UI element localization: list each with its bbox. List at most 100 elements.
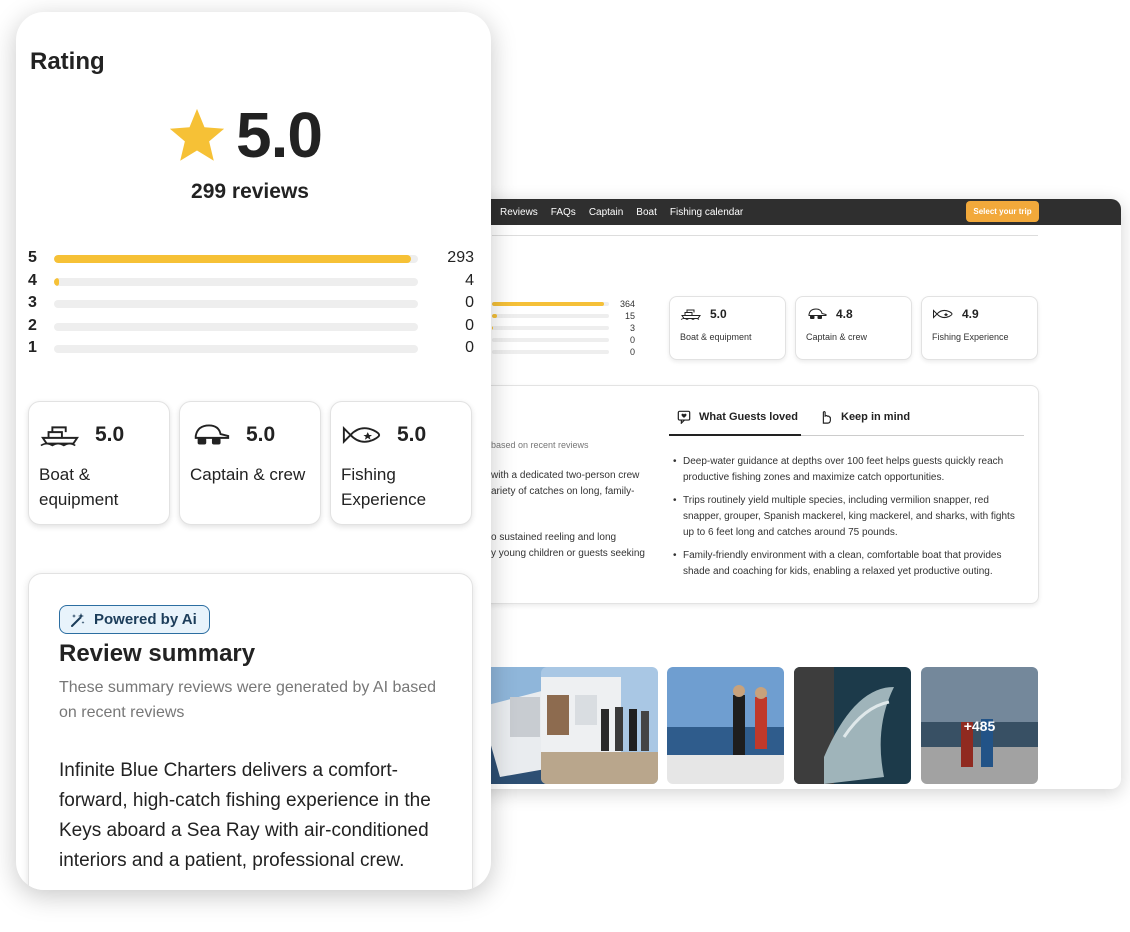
boat-icon [40, 426, 79, 447]
bar-count: 0 [465, 294, 474, 311]
rating-bar-row[interactable]: 4 4 [28, 272, 474, 295]
photo-thumbnail[interactable] [541, 667, 658, 784]
desktop-bar-row: 15 [492, 310, 642, 322]
reviews-count[interactable]: 299 reviews [16, 180, 484, 204]
bar-track [492, 350, 609, 354]
fish-icon [342, 426, 381, 444]
review-summary-card: Powered by Ai Review summary These summa… [28, 573, 473, 890]
bar-count: 364 [619, 299, 635, 309]
guests-loved-list: Deep-water guidance at depths over 100 f… [673, 454, 1028, 587]
summary-text-partial: with a dedicated two-person crew [491, 470, 640, 481]
captain-cap-icon [194, 424, 230, 445]
pointing-hand-icon [822, 410, 831, 424]
category-card-boat: 5.0 Boat & equipment [28, 401, 170, 525]
star-level: 5 [28, 249, 37, 266]
star-level: 3 [28, 294, 37, 311]
nav-item-captain[interactable]: Captain [589, 207, 623, 218]
bar-fill [492, 302, 605, 306]
category-label: Fishing Experience [341, 465, 427, 509]
bar-fill [54, 277, 60, 286]
desktop-bar-row: 0 [492, 346, 642, 358]
star-icon [169, 108, 225, 161]
tab-label: What Guests loved [699, 411, 799, 423]
powered-by-ai-badge: Powered by Ai [59, 605, 210, 634]
boat-icon [680, 309, 701, 320]
category-label: Fishing Experience [932, 332, 1009, 342]
category-card-fishing: 5.0 Fishing Experience [330, 401, 472, 525]
bar-track [492, 302, 609, 306]
rating-breakdown: 5 293 4 4 3 0 2 0 1 0 [28, 249, 474, 362]
fish-icon [933, 309, 953, 319]
rating-bar-row[interactable]: 1 0 [28, 339, 474, 362]
bar-count: 0 [465, 339, 474, 356]
category-score: 5.0 [397, 423, 427, 446]
captain-cap-icon [808, 308, 827, 319]
summary-subtitle-partial: based on recent reviews [491, 440, 589, 450]
bar-track [54, 300, 418, 308]
desktop-bar-row: 364 [492, 298, 642, 310]
tab-label: Keep in mind [841, 411, 911, 423]
bar-track [54, 345, 418, 353]
bar-count: 293 [447, 249, 474, 266]
category-label: Boat & equipment [39, 465, 119, 509]
summary-text-partial: o sustained reeling and long [491, 532, 617, 543]
category-card-captain: 5.0 Captain & crew [179, 401, 321, 525]
list-item: Trips routinely yield multiple species, … [673, 493, 1028, 541]
category-score: 5.0 [95, 423, 125, 446]
bar-count: 3 [629, 323, 635, 333]
bar-track [54, 255, 418, 263]
tab-what-guests-loved[interactable]: What Guests loved [677, 410, 798, 424]
badge-label: Powered by Ai [94, 611, 197, 628]
summary-tabs: What Guests loved Keep in mind [669, 400, 1024, 436]
photo-more-thumbnail[interactable]: +485 [921, 667, 1038, 784]
select-trip-button[interactable]: Select your trip [966, 201, 1039, 222]
desktop-category-fishing: 4.9 Fishing Experience [921, 296, 1038, 360]
bar-track [54, 322, 418, 331]
category-score: 5.0 [710, 307, 727, 321]
bar-track [54, 277, 418, 286]
list-item: Deep-water guidance at depths over 100 f… [673, 454, 1028, 486]
bar-count: 15 [624, 311, 635, 321]
bar-count: 0 [465, 316, 474, 334]
bar-count: 4 [465, 271, 474, 289]
nav-item-boat[interactable]: Boat [636, 207, 657, 218]
desktop-window: s Reviews FAQs Captain Boat Fishing cale… [400, 199, 1121, 789]
nav-item-fishing-calendar[interactable]: Fishing calendar [670, 207, 743, 218]
photo-thumbnail[interactable] [667, 667, 784, 784]
category-label: Captain & crew [806, 332, 868, 342]
summary-text-partial: ariety of catches on long, family- [491, 486, 635, 497]
rating-bar-row[interactable]: 3 0 [28, 294, 474, 317]
bar-count: 0 [629, 335, 635, 345]
star-level: 2 [28, 316, 37, 334]
rating-bar-row[interactable]: 2 0 [28, 317, 474, 340]
divider [492, 235, 1038, 236]
bar-fill [492, 326, 494, 330]
photo-thumbnail[interactable] [794, 667, 911, 784]
desktop-nav: s Reviews FAQs Captain Boat Fishing cale… [400, 199, 1121, 225]
desktop-category-boat: 5.0 Boat & equipment [669, 296, 786, 360]
summary-title: Review summary [59, 640, 256, 667]
heart-chat-icon [677, 410, 691, 424]
active-tab-underline [669, 434, 801, 436]
bar-count: 0 [629, 347, 635, 357]
bar-track [492, 326, 609, 330]
desktop-category-captain: 4.8 Captain & crew [795, 296, 912, 360]
bar-fill [492, 314, 497, 318]
bar-track [492, 338, 609, 342]
list-item: Family-friendly environment with a clean… [673, 548, 1028, 580]
tab-keep-in-mind[interactable]: Keep in mind [819, 410, 910, 424]
nav-item-faqs[interactable]: FAQs [551, 207, 576, 218]
more-photos-count: +485 [921, 667, 1038, 784]
star-level: 1 [28, 339, 37, 356]
summary-text-partial: y young children or guests seeking [491, 548, 645, 559]
nav-item-reviews[interactable]: Reviews [500, 207, 538, 218]
summary-subtitle: These summary reviews were generated by … [59, 679, 437, 721]
star-level: 4 [28, 271, 37, 289]
category-score: 5.0 [246, 423, 276, 446]
category-label: Captain & crew [190, 465, 306, 484]
desktop-rating-bars: 364 15 3 0 0 [492, 298, 642, 358]
bar-fill [54, 255, 411, 263]
magic-wand-icon [71, 612, 85, 627]
desktop-bar-row: 0 [492, 334, 642, 346]
rating-bar-row[interactable]: 5 293 [28, 249, 474, 272]
